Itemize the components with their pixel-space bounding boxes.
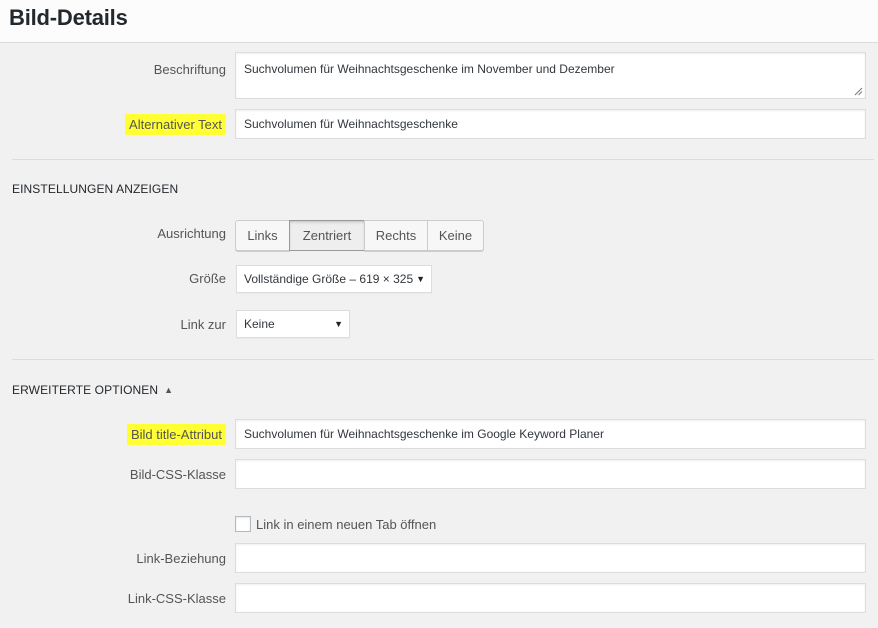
title-attribute-label-wrap: Bild title-Attribut — [10, 424, 226, 445]
display-settings-heading: EINSTELLUNGEN ANZEIGEN — [12, 182, 179, 196]
link-css-class-input[interactable] — [235, 583, 866, 613]
dropdown-arrow-icon: ▼ — [334, 319, 343, 329]
align-center-button[interactable]: Zentriert — [289, 220, 365, 251]
size-select-value: Vollständige Größe – 619 × 325 — [244, 272, 414, 286]
align-right-button[interactable]: Rechts — [364, 220, 428, 251]
triangle-up-icon: ▲ — [164, 385, 174, 395]
advanced-options-toggle[interactable]: ERWEITERTE OPTIONEN ▲ — [12, 383, 173, 397]
link-rel-input[interactable] — [235, 543, 866, 573]
title-attribute-value: Suchvolumen für Weihnachtsgeschenke im G… — [244, 427, 604, 441]
link-css-class-label: Link-CSS-Klasse — [127, 591, 226, 606]
divider — [12, 359, 874, 360]
align-none-button[interactable]: Keine — [427, 220, 484, 251]
image-css-class-input[interactable] — [235, 459, 866, 489]
title-attribute-label: Bild title-Attribut — [126, 424, 226, 445]
link-to-label: Link zur — [180, 317, 226, 332]
caption-textarea[interactable]: Suchvolumen für Weihnachtsgeschenke im N… — [235, 52, 866, 99]
image-css-class-label: Bild-CSS-Klasse — [129, 467, 226, 482]
link-to-select-value: Keine — [244, 317, 275, 331]
size-select[interactable]: Vollständige Größe – 619 × 325 ▼ — [236, 265, 432, 293]
alignment-label: Ausrichtung — [157, 226, 226, 241]
link-to-select[interactable]: Keine ▼ — [236, 310, 350, 338]
divider — [12, 159, 874, 160]
resize-grip-icon[interactable] — [854, 87, 863, 96]
title-attribute-input[interactable]: Suchvolumen für Weihnachtsgeschenke im G… — [235, 419, 866, 449]
caption-label: Beschriftung — [153, 62, 226, 77]
new-tab-checkbox[interactable] — [235, 516, 251, 532]
new-tab-label[interactable]: Link in einem neuen Tab öffnen — [256, 517, 436, 532]
size-label: Größe — [189, 271, 226, 286]
alt-text-input[interactable]: Suchvolumen für Weihnachtsgeschenke — [235, 109, 866, 139]
alignment-button-group: Links Zentriert Rechts Keine — [235, 220, 484, 251]
page-title: Bild-Details — [9, 5, 128, 30]
link-rel-label: Link-Beziehung — [136, 551, 226, 566]
modal-header: Bild-Details — [0, 0, 878, 43]
alt-text-label-wrap: Alternativer Text — [10, 114, 226, 135]
align-left-button[interactable]: Links — [235, 220, 290, 251]
alt-text-value: Suchvolumen für Weihnachtsgeschenke — [244, 117, 458, 131]
alt-text-label: Alternativer Text — [125, 114, 226, 135]
advanced-options-heading: ERWEITERTE OPTIONEN — [12, 383, 159, 397]
dropdown-arrow-icon: ▼ — [416, 274, 425, 284]
caption-value: Suchvolumen für Weihnachtsgeschenke im N… — [244, 62, 615, 76]
